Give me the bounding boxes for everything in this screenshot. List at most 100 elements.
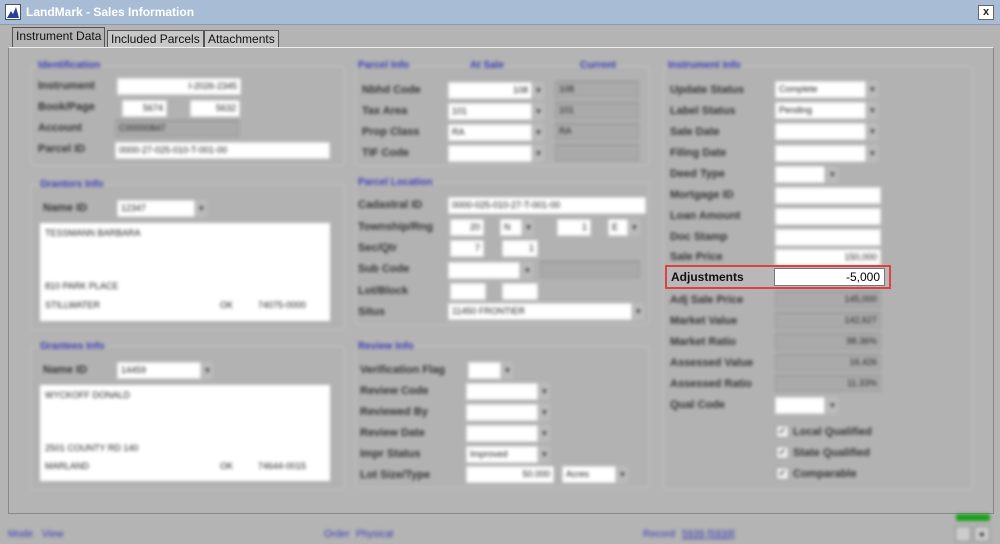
range-input[interactable]: 1 (557, 219, 591, 236)
tab-included-parcels[interactable]: Included Parcels (107, 30, 204, 48)
chevron-down-icon[interactable]: ▼ (827, 397, 838, 414)
record-value[interactable]: 5939 [5939] (682, 529, 735, 540)
mortgage-id-input[interactable] (775, 187, 881, 204)
comparable-label: Comparable (793, 468, 857, 480)
state-qualified-label: State Qualified (793, 447, 871, 459)
grantee-name-id-input[interactable]: 14459 (117, 362, 201, 379)
township-range-label: Township/Rng (358, 221, 433, 233)
chevron-down-icon[interactable]: ▼ (539, 446, 550, 463)
chevron-down-icon[interactable]: ▼ (867, 145, 878, 162)
deed-type-input[interactable] (775, 166, 825, 183)
doc-stamp-input[interactable] (775, 229, 881, 246)
instrument-input[interactable]: I-2026-2345 (117, 78, 241, 95)
reviewed-by-input[interactable] (466, 404, 538, 421)
chevron-down-icon[interactable]: ▼ (539, 404, 550, 421)
grantor-name-id-input[interactable]: 12347 (117, 200, 195, 217)
loan-amount-input[interactable] (775, 208, 881, 225)
tax-area-input[interactable]: 101 (448, 103, 532, 120)
grantee-zip: 74644-0015 (258, 461, 307, 471)
sale-price-input[interactable]: 150,000 (775, 249, 881, 266)
qual-code-input[interactable] (775, 397, 825, 414)
filing-date-input[interactable] (775, 145, 866, 162)
mode-value: View (42, 529, 64, 540)
chevron-down-icon[interactable]: ▼ (502, 362, 513, 379)
chevron-down-icon[interactable]: ▼ (617, 466, 628, 483)
lot-size-label: Lot Size/Type (360, 469, 431, 481)
page-input[interactable]: 5632 (190, 100, 240, 117)
parcel-id-input[interactable]: 0000-27-025-010-T-001-00 (115, 142, 330, 159)
chevron-down-icon[interactable]: ▼ (827, 166, 838, 183)
sale-date-label: Sale Date (670, 126, 720, 138)
current-header: Current (580, 60, 617, 71)
status-indicator (956, 514, 990, 521)
update-status-select[interactable]: Complete (775, 81, 866, 98)
township-input[interactable]: 20 (450, 219, 484, 236)
chevron-down-icon[interactable]: ▼ (867, 123, 878, 140)
market-ratio-value: 98.36% (775, 333, 881, 350)
chevron-down-icon[interactable]: ▼ (867, 102, 878, 119)
chevron-down-icon[interactable]: ▼ (867, 81, 878, 98)
review-code-input[interactable] (466, 383, 538, 400)
assessed-ratio-label: Assessed Ratio (670, 378, 752, 390)
sale-price-label: Sale Price (670, 251, 723, 263)
state-qualified-checkbox[interactable]: ✓ (776, 446, 789, 459)
chevron-down-icon[interactable]: ▼ (533, 82, 544, 99)
chevron-down-icon[interactable]: ▼ (539, 425, 550, 442)
account-value: C00000847 (115, 120, 239, 137)
account-label: Account (38, 122, 82, 134)
lot-input[interactable] (450, 283, 486, 300)
chevron-down-icon[interactable]: ▼ (533, 124, 544, 141)
lot-type-input[interactable]: Acres (562, 466, 616, 483)
chevron-down-icon[interactable]: ▼ (539, 383, 550, 400)
prop-class-current: RA (555, 123, 639, 140)
impr-status-input[interactable]: Improved (466, 446, 538, 463)
chevron-down-icon[interactable]: ▼ (629, 219, 640, 236)
sale-date-input[interactable] (775, 123, 866, 140)
local-qualified-checkbox[interactable]: ✓ (776, 425, 789, 438)
review-date-label: Review Date (360, 427, 425, 439)
grantor-name-id-label: Name ID (43, 202, 88, 214)
review-date-input[interactable] (466, 425, 538, 442)
assessed-ratio-value: 11.33% (775, 375, 881, 392)
quarter-input[interactable]: 1 (502, 240, 538, 257)
chevron-down-icon[interactable]: ▼ (202, 362, 213, 379)
nbhd-code-input[interactable]: 108 (448, 82, 532, 99)
range-dir-input[interactable]: E (608, 219, 628, 236)
situs-input[interactable]: 11450 FRONTIER (448, 303, 632, 320)
adjustments-input[interactable]: -5,000 (774, 268, 885, 286)
chevron-down-icon[interactable]: ▼ (196, 200, 207, 217)
instrument-label: Instrument (38, 80, 95, 92)
chevron-down-icon[interactable]: ▼ (523, 219, 534, 236)
order-value: Physical (356, 529, 394, 540)
chevron-down-icon[interactable]: ▼ (533, 103, 544, 120)
chevron-down-icon[interactable]: ▼ (522, 262, 533, 279)
lot-size-input[interactable]: 50.000 (466, 466, 554, 483)
verification-flag-input[interactable] (468, 362, 501, 379)
cadastral-id-input[interactable]: 0000-025-010-27-T-001-00 (448, 197, 646, 214)
mode-label: Mode (8, 529, 34, 540)
prop-class-label: Prop Class (362, 126, 420, 138)
record-button[interactable]: ● (974, 526, 990, 542)
chevron-down-icon[interactable]: ▼ (533, 145, 544, 162)
market-ratio-label: Market Ratio (670, 336, 737, 348)
tif-code-input[interactable] (448, 145, 532, 162)
close-button[interactable]: x (978, 5, 994, 20)
tif-code-current (555, 144, 639, 161)
sub-code-input[interactable] (448, 262, 520, 279)
prop-class-input[interactable]: RA (448, 124, 532, 141)
tab-attachments[interactable]: Attachments (204, 30, 279, 48)
section-input[interactable]: 7 (450, 240, 484, 257)
grantee-address-box[interactable]: WYCKOFF DONALD 2501 COUNTY RD 140 MARLAN… (40, 385, 330, 481)
block-input[interactable] (502, 283, 538, 300)
tab-instrument-data[interactable]: Instrument Data (12, 27, 106, 48)
nav-button[interactable] (955, 526, 971, 542)
comparable-checkbox[interactable]: ✓ (776, 467, 789, 480)
nbhd-code-current: 108 (555, 81, 639, 98)
township-dir-input[interactable]: N (500, 219, 522, 236)
market-value-value: 142,627 (775, 312, 881, 329)
cadastral-id-label: Cadastral ID (358, 199, 423, 211)
chevron-down-icon[interactable]: ▼ (633, 303, 644, 320)
book-input[interactable]: 5674 (122, 100, 167, 117)
label-status-select[interactable]: Pending (775, 102, 866, 119)
grantor-address-box[interactable]: TESSMANN BARBARA 810 PARK PLACE STILLWAT… (40, 223, 330, 321)
